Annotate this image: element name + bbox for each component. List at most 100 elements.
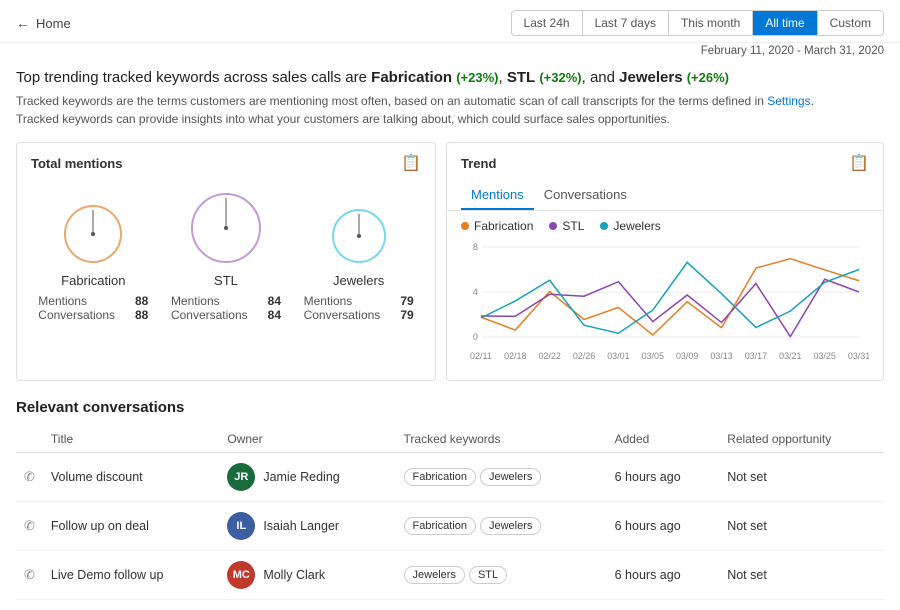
description: Tracked keywords are the terms customers… <box>16 92 884 128</box>
svg-text:02/11: 02/11 <box>470 351 492 361</box>
circle-svg-stl <box>187 189 265 267</box>
circle-label: STL <box>214 273 238 288</box>
legend-label: Fabrication <box>474 219 533 233</box>
legend-label: Jewelers <box>613 219 660 233</box>
svg-text:03/09: 03/09 <box>676 351 698 361</box>
circle-item-fabrication: Fabrication Mentions88 Conversations88 <box>38 201 148 322</box>
table-row[interactable]: ✆ Volume discount JR Jamie Reding Fabricatio… <box>16 453 884 502</box>
conversation-opportunity: Not set <box>719 502 884 551</box>
conversations-section: Relevant conversations TitleOwnerTracked… <box>0 391 900 610</box>
keyword3-change: (+26%) <box>687 70 729 85</box>
svg-text:03/01: 03/01 <box>607 351 629 361</box>
back-button[interactable]: ← Home <box>16 15 71 31</box>
legend-item-jewelers: Jewelers <box>600 219 660 233</box>
avatar: JR <box>227 463 255 491</box>
table-row[interactable]: ✆Live Demo follow upMCMolly ClarkJeweler… <box>16 551 884 600</box>
svg-text:03/13: 03/13 <box>710 351 732 361</box>
trend-line-jewelers <box>481 262 859 333</box>
share-icon-trend[interactable]: 📋 <box>849 153 869 173</box>
circle-label: Fabrication <box>61 273 125 288</box>
phone-icon: ✆ <box>24 567 35 582</box>
svg-text:4: 4 <box>473 287 478 297</box>
keyword-tag: Jewelers <box>480 517 541 535</box>
conversations-title: Relevant conversations <box>16 391 884 426</box>
owner-name: Isaiah Langer <box>263 519 339 533</box>
svg-text:02/18: 02/18 <box>504 351 526 361</box>
trend-tab-mentions[interactable]: Mentions <box>461 181 534 210</box>
keyword2-change: (+32%) <box>539 70 581 85</box>
conversation-title: Volume discount <box>43 453 219 502</box>
owner-name: Jamie Reding <box>263 470 339 484</box>
circle-stats: Mentions84 Conversations84 <box>171 294 281 322</box>
conversation-owner: MC Molly Clark <box>219 551 395 600</box>
main-content: Total mentions 📋 Fabrication Mentions88 … <box>0 132 900 391</box>
svg-text:03/31: 03/31 <box>848 351 869 361</box>
conversations-table: TitleOwnerTracked keywordsAddedRelated o… <box>16 426 884 600</box>
keyword-tag: Fabrication <box>404 517 476 535</box>
time-filter-group: Last 24hLast 7 daysThis monthAll timeCus… <box>511 10 884 36</box>
share-icon[interactable]: 📋 <box>401 153 421 173</box>
circle-stats: Mentions88 Conversations88 <box>38 294 148 322</box>
trend-line-fabrication <box>481 259 859 335</box>
owner-name: Molly Clark <box>263 568 325 582</box>
time-filter-this-month[interactable]: This month <box>669 11 753 35</box>
circle-item-jewelers: Jewelers Mentions79 Conversations79 <box>304 205 414 322</box>
conversation-added: 6 hours ago <box>607 502 720 551</box>
circle-svg-fabrication <box>60 201 126 267</box>
keyword3: Jewelers <box>619 69 682 86</box>
svg-text:03/05: 03/05 <box>642 351 664 361</box>
circle-item-stl: STL Mentions84 Conversations84 <box>171 189 281 322</box>
conversation-added: 6 hours ago <box>607 453 720 502</box>
trend-card-header: Trend 📋 <box>447 143 883 179</box>
mentions-title: Total mentions <box>31 156 122 171</box>
conversation-owner: IL Isaiah Langer <box>219 502 395 551</box>
conversation-opportunity: Not set <box>719 453 884 502</box>
keyword1: Fabrication <box>371 69 452 86</box>
legend-dot <box>461 222 469 230</box>
circle-stats: Mentions79 Conversations79 <box>304 294 414 322</box>
table-row[interactable]: ✆Follow up on dealILIsaiah LangerFabrica… <box>16 502 884 551</box>
total-mentions-card: Total mentions 📋 Fabrication Mentions88 … <box>16 142 436 381</box>
time-filter-custom[interactable]: Custom <box>818 11 883 35</box>
conversation-added: 6 hours ago <box>607 551 720 600</box>
time-filter-last-7-days[interactable]: Last 7 days <box>583 11 669 35</box>
conversation-opportunity: Not set <box>719 551 884 600</box>
headline-prefix: Top trending tracked keywords across sal… <box>16 69 371 86</box>
trend-tab-conversations[interactable]: Conversations <box>534 181 637 210</box>
desc-line1: Tracked keywords are the terms customers… <box>16 94 767 108</box>
legend-dot <box>600 222 608 230</box>
col-header-owner: Owner <box>219 426 395 453</box>
conversation-keywords: JewelersSTL <box>396 551 607 600</box>
settings-link[interactable]: Settings <box>767 94 810 108</box>
keyword-tag: Fabrication <box>404 468 476 486</box>
keyword-tag: Jewelers <box>404 566 465 584</box>
legend-dot <box>549 222 557 230</box>
date-range: February 11, 2020 - March 31, 2020 <box>0 43 900 61</box>
back-label: Home <box>36 16 71 31</box>
conversation-keywords: FabricationJewelers <box>396 453 607 502</box>
svg-text:03/17: 03/17 <box>745 351 767 361</box>
svg-text:02/22: 02/22 <box>538 351 560 361</box>
avatar: IL <box>227 512 255 540</box>
desc-line2: . <box>811 94 814 108</box>
col-header-added: Added <box>607 426 720 453</box>
svg-text:0: 0 <box>473 332 478 342</box>
trend-title: Trend <box>461 156 496 171</box>
legend-label: STL <box>562 219 584 233</box>
desc-line3: Tracked keywords can provide insights in… <box>16 112 670 126</box>
phone-icon: ✆ <box>24 469 35 484</box>
svg-text:8: 8 <box>473 242 478 252</box>
avatar: MC <box>227 561 255 589</box>
legend-item-fabrication: Fabrication <box>461 219 533 233</box>
col-header-title: Title <box>43 426 219 453</box>
circle-svg-jewelers <box>328 205 390 267</box>
conversation-keywords: FabricationJewelers <box>396 502 607 551</box>
header: ← Home Last 24hLast 7 daysThis monthAll … <box>0 0 900 43</box>
back-arrow-icon: ← <box>16 15 30 31</box>
circle-items: Fabrication Mentions88 Conversations88 S… <box>17 179 435 322</box>
conversation-owner: JR Jamie Reding <box>219 453 395 502</box>
svg-text:03/25: 03/25 <box>813 351 835 361</box>
time-filter-last-24h[interactable]: Last 24h <box>512 11 583 35</box>
headline-section: Top trending tracked keywords across sal… <box>0 61 900 132</box>
time-filter-all-time[interactable]: All time <box>753 11 817 35</box>
